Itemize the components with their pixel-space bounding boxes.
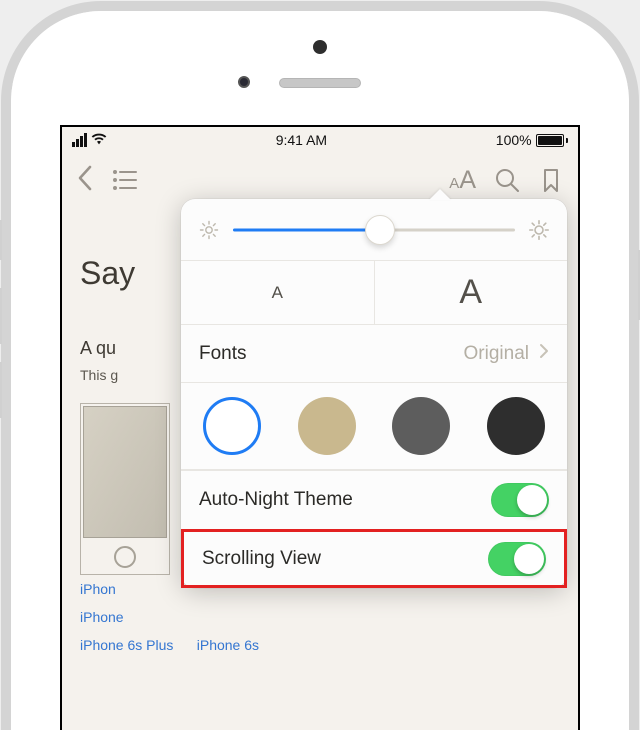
auto-night-theme-toggle[interactable] [491, 483, 549, 517]
popover-arrow-icon [429, 189, 451, 200]
mute-switch [0, 220, 2, 260]
fonts-value: Original [464, 343, 529, 365]
back-button[interactable] [76, 164, 94, 197]
battery-percentage: 100% [496, 132, 532, 148]
iphone-device-frame: 9:41 AM 100% AA [0, 0, 640, 730]
brightness-slider[interactable] [233, 229, 515, 231]
theme-white-button[interactable] [203, 397, 261, 455]
appearance-button[interactable]: AA [449, 166, 476, 195]
link[interactable]: iPhone 6s Plus [80, 637, 173, 653]
volume-up-button [0, 288, 2, 344]
font-size-row: A A [181, 261, 567, 325]
scrolling-view-label: Scrolling View [202, 548, 321, 570]
wifi-icon [91, 132, 107, 148]
link[interactable]: iPhone [80, 603, 560, 631]
appearance-popover: A A Fonts Original Auto- [181, 199, 567, 588]
status-bar: 9:41 AM 100% [62, 127, 578, 153]
fonts-row[interactable]: Fonts Original [181, 325, 567, 383]
theme-colors-row [181, 383, 567, 470]
brightness-row [181, 199, 567, 261]
increase-font-button[interactable]: A [375, 261, 568, 324]
brightness-high-icon [529, 220, 549, 240]
search-button[interactable] [494, 167, 520, 193]
bookmark-button[interactable] [538, 167, 564, 193]
earpiece-speaker [279, 78, 361, 88]
front-camera [238, 76, 250, 88]
fonts-label: Fonts [199, 343, 247, 365]
scrolling-view-toggle[interactable] [488, 542, 546, 576]
battery-icon [536, 134, 568, 147]
device-thumbnail [80, 403, 170, 575]
volume-down-button [0, 362, 2, 418]
theme-sepia-button[interactable] [298, 397, 356, 455]
theme-black-button[interactable] [487, 397, 545, 455]
decrease-font-button[interactable]: A [181, 261, 375, 324]
brightness-low-icon [199, 220, 219, 240]
table-of-contents-button[interactable] [112, 167, 138, 193]
scrolling-view-row: Scrolling View [181, 529, 567, 588]
link[interactable]: iPhone 6s [197, 637, 259, 653]
proximity-sensor [313, 40, 327, 54]
cellular-signal-icon [72, 133, 87, 147]
auto-night-theme-row: Auto-Night Theme [181, 470, 567, 529]
chevron-right-icon [539, 343, 549, 365]
auto-night-theme-label: Auto-Night Theme [199, 489, 353, 511]
status-time: 9:41 AM [276, 132, 327, 148]
theme-gray-button[interactable] [392, 397, 450, 455]
